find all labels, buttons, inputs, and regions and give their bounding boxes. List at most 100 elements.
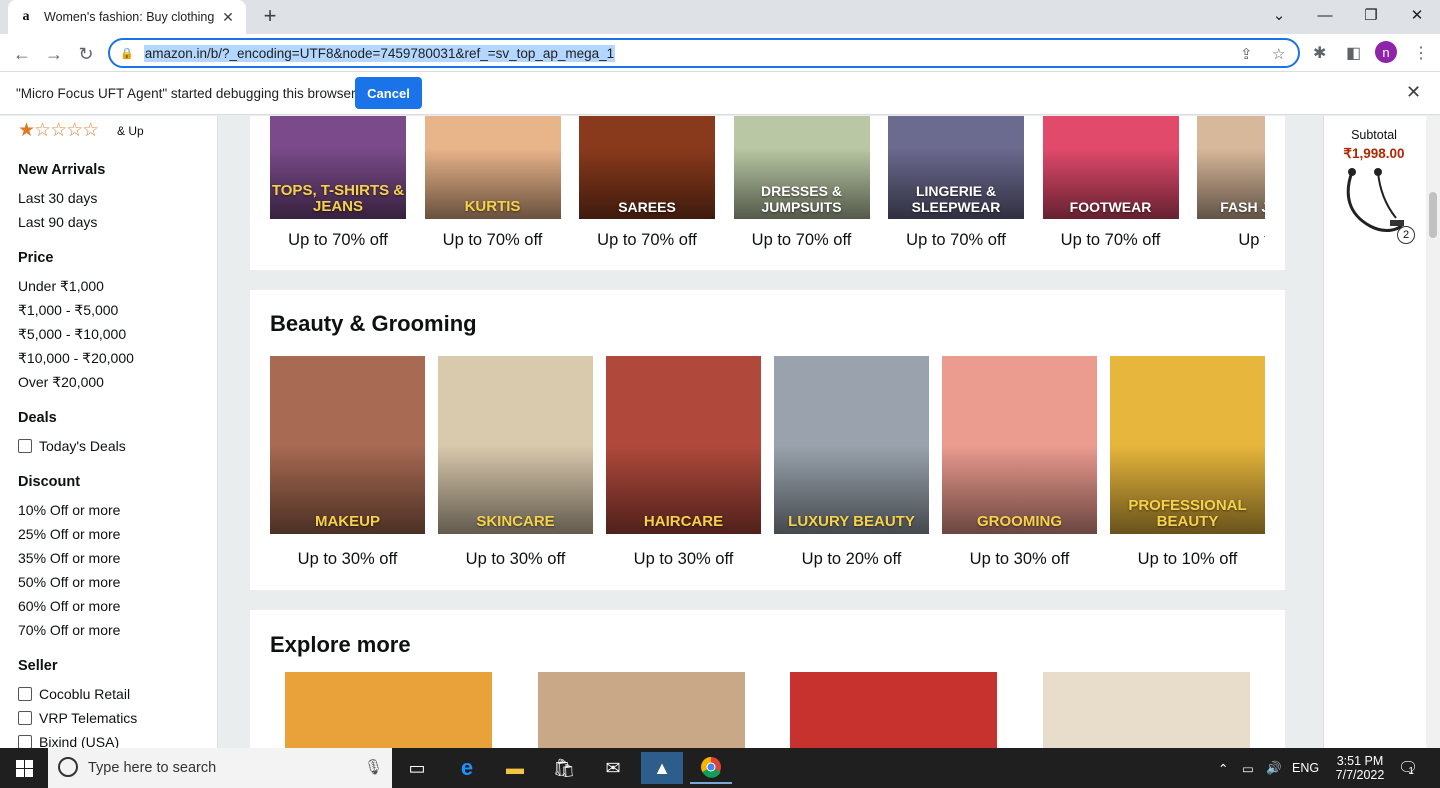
- uft-agent-icon[interactable]: ▲: [641, 752, 683, 784]
- browser-tab[interactable]: a Women's fashion: Buy clothing, f ✕: [8, 0, 246, 34]
- address-url[interactable]: amazon.in/b/?_encoding=UTF8&node=7459780…: [143, 44, 616, 62]
- discount-filter-item[interactable]: 60% Off or more: [18, 598, 120, 614]
- beauty-category-tile[interactable]: MAKEUP: [270, 356, 425, 534]
- discount-filter-item[interactable]: 50% Off or more: [18, 574, 120, 590]
- seller-filter-cocoblu[interactable]: Cocoblu Retail: [18, 686, 130, 702]
- beauty-category-tile[interactable]: SKINCARE: [438, 356, 593, 534]
- network-icon[interactable]: ▭: [1242, 748, 1254, 788]
- tab-close-icon[interactable]: ✕: [220, 9, 236, 26]
- tile-offer-text[interactable]: Up to 70% off: [888, 231, 1024, 250]
- tile-offer-text[interactable]: Up to 10% off: [1110, 550, 1265, 569]
- rating-filter-one-star[interactable]: ★☆☆☆☆: [18, 121, 99, 141]
- cancel-debugging-button[interactable]: Cancel: [355, 77, 422, 109]
- tile-offer-text[interactable]: Up to 30% off: [606, 550, 761, 569]
- edge-browser-icon[interactable]: e: [446, 752, 488, 784]
- beauty-grooming-card: Beauty & Grooming MAKEUP Up to 30% off SKI…: [250, 290, 1285, 590]
- tile-offer-text[interactable]: Up to 20% off: [774, 550, 929, 569]
- fashion-category-tile[interactable]: KURTIS: [424, 116, 561, 219]
- tile-offer-text[interactable]: Up to 70% off: [425, 231, 561, 250]
- beauty-category-tile[interactable]: LUXURY BEAUTY: [774, 356, 929, 534]
- fashion-category-tile[interactable]: FASH JEWEL: [1197, 116, 1265, 219]
- filter-last-30-days[interactable]: Last 30 days: [18, 190, 97, 206]
- mail-icon[interactable]: ✉: [592, 752, 634, 784]
- todays-deals-filter[interactable]: Today's Deals: [18, 438, 126, 454]
- profile-avatar[interactable]: n: [1375, 41, 1397, 63]
- beauty-category-tile[interactable]: HAIRCARE: [606, 356, 761, 534]
- chrome-menu-icon[interactable]: ⋮: [1413, 43, 1429, 63]
- taskbar-search-box[interactable]: Type here to search 🎙: [48, 748, 392, 788]
- explore-tile-row: [285, 672, 1255, 748]
- microphone-icon[interactable]: 🎙: [364, 758, 383, 776]
- tile-offer-text[interactable]: Up to 70% off: [1043, 231, 1179, 250]
- infobar-close-icon[interactable]: ✕: [1406, 82, 1421, 103]
- price-filter-item[interactable]: ₹1,000 - ₹5,000: [18, 302, 118, 319]
- seller-filter-bixind[interactable]: Bixind (USA): [18, 734, 119, 748]
- filter-last-90-days[interactable]: Last 90 days: [18, 214, 97, 230]
- new-tab-icon[interactable]: +: [258, 5, 282, 29]
- address-bar[interactable]: 🔒 amazon.in/b/?_encoding=UTF8&node=74597…: [108, 38, 1300, 68]
- side-panel-icon[interactable]: ◧: [1346, 43, 1361, 63]
- volume-icon[interactable]: 🔊: [1266, 748, 1282, 788]
- tile-offer-text[interactable]: Up to 70% off: [734, 231, 870, 250]
- tile-offer-text[interactable]: Up to 70% off: [270, 231, 406, 250]
- page-scrollbar[interactable]: [1426, 116, 1440, 748]
- explore-more-tile[interactable]: [537, 672, 745, 748]
- debugging-infobar: "Micro Focus UFT Agent" started debuggin…: [0, 72, 1440, 115]
- seller-checkbox[interactable]: [18, 735, 32, 748]
- reload-icon[interactable]: ↻: [72, 40, 100, 68]
- discount-filter-item[interactable]: 70% Off or more: [18, 622, 120, 638]
- tab-search-chevron-icon[interactable]: ⌄: [1256, 0, 1302, 30]
- notifications-icon[interactable]: 🗨 1: [1398, 748, 1418, 788]
- bookmark-star-icon[interactable]: ☆: [1272, 45, 1285, 63]
- tray-overflow-chevron-icon[interactable]: ⌃: [1218, 748, 1228, 788]
- fashion-category-tile[interactable]: DRESSES & JUMPSUITS: [733, 116, 870, 219]
- explore-more-tile[interactable]: [285, 672, 492, 748]
- language-indicator[interactable]: ENG: [1292, 748, 1319, 788]
- restore-icon[interactable]: ❐: [1348, 0, 1394, 30]
- taskbar-clock[interactable]: 3:51 PM 7/7/2022: [1332, 748, 1388, 788]
- share-icon[interactable]: ⇪: [1240, 45, 1253, 63]
- beauty-category-tile[interactable]: GROOMING: [942, 356, 1097, 534]
- tile-offer-text[interactable]: Up to 30% off: [270, 550, 425, 569]
- window-close-icon[interactable]: ✕: [1394, 0, 1440, 30]
- discount-filter-item[interactable]: 35% Off or more: [18, 550, 120, 566]
- tile-label: FOOTWEAR: [1069, 199, 1152, 215]
- file-explorer-icon[interactable]: ▬: [494, 752, 536, 784]
- chrome-taskbar-icon[interactable]: [690, 752, 732, 784]
- tab-strip: a Women's fashion: Buy clothing, f ✕ + ⌄…: [0, 0, 1440, 34]
- tile-offer-text[interactable]: Up to 70% off: [579, 231, 715, 250]
- price-filter-item[interactable]: Under ₹1,000: [18, 278, 104, 295]
- fashion-category-tile[interactable]: TOPS, T-SHIRTS & JEANS: [270, 116, 406, 219]
- back-arrow-icon[interactable]: ←: [8, 40, 36, 68]
- seller-label: VRP Telematics: [39, 710, 138, 726]
- explore-more-tile[interactable]: [790, 672, 997, 748]
- price-filter-item[interactable]: ₹5,000 - ₹10,000: [18, 326, 126, 343]
- rating-and-up-label: & Up: [117, 124, 144, 138]
- cart-quantity-badge[interactable]: 2: [1397, 226, 1415, 244]
- windows-start-icon[interactable]: [0, 748, 48, 788]
- fashion-category-tile[interactable]: FOOTWEAR: [1042, 116, 1179, 219]
- explore-more-tile[interactable]: [1042, 672, 1250, 748]
- microsoft-store-icon[interactable]: 🛍: [543, 752, 585, 784]
- tile-offer-text[interactable]: Up to 30% off: [438, 550, 593, 569]
- seller-checkbox[interactable]: [18, 687, 32, 701]
- todays-deals-checkbox[interactable]: [18, 439, 32, 453]
- fashion-category-tile[interactable]: LINGERIE & SLEEPWEAR: [888, 116, 1024, 219]
- beauty-category-tile[interactable]: PROFESSIONAL BEAUTY: [1110, 356, 1265, 534]
- forward-arrow-icon[interactable]: →: [40, 40, 68, 68]
- price-filter-item[interactable]: Over ₹20,000: [18, 374, 104, 391]
- tile-label: SKINCARE: [476, 513, 555, 530]
- price-filter-item[interactable]: ₹10,000 - ₹20,000: [18, 350, 134, 367]
- seller-checkbox[interactable]: [18, 711, 32, 725]
- extensions-puzzle-icon[interactable]: ✱: [1313, 43, 1326, 63]
- fashion-category-tile[interactable]: SAREES: [579, 116, 715, 219]
- seller-filter-vrp[interactable]: VRP Telematics: [18, 710, 137, 726]
- scrollbar-thumb[interactable]: [1429, 192, 1437, 238]
- lock-icon[interactable]: 🔒: [120, 47, 134, 60]
- tile-offer-text[interactable]: Up to 7: [1197, 231, 1265, 250]
- task-view-icon[interactable]: ▭: [396, 752, 438, 784]
- minimize-icon[interactable]: —: [1302, 0, 1348, 30]
- tile-offer-text[interactable]: Up to 30% off: [942, 550, 1097, 569]
- discount-filter-item[interactable]: 25% Off or more: [18, 526, 120, 542]
- discount-filter-item[interactable]: 10% Off or more: [18, 502, 120, 518]
